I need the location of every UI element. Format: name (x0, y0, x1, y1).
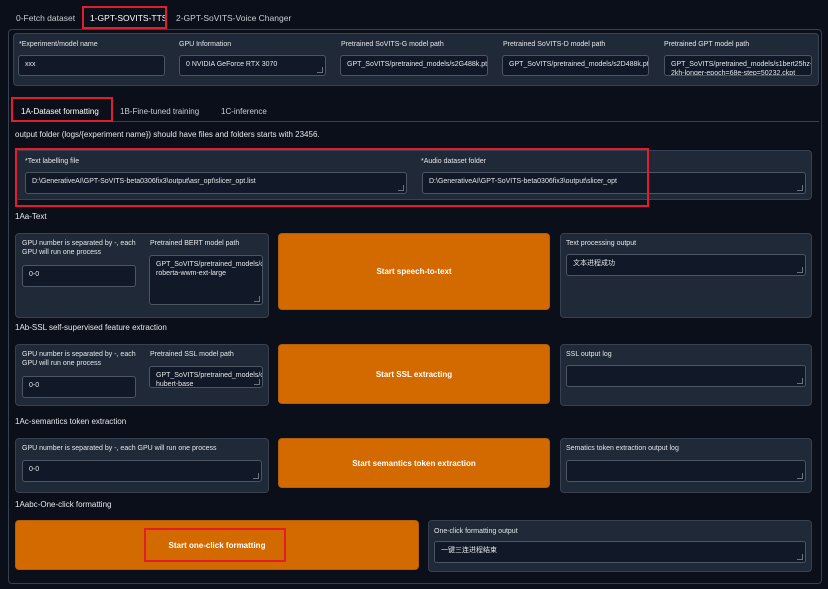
section-title-ssl: 1Ab-SSL self-supervised feature extracti… (15, 323, 167, 332)
ssl-gpu-label: GPU number is separated by -, each GPU w… (22, 351, 136, 368)
start-semantics-token-extraction-button[interactable]: Start semantics token extraction (278, 438, 550, 488)
bert-path-input[interactable]: GPT_SoVITS/pretrained_models/chinese-rob… (149, 255, 263, 305)
tab-fetch-dataset[interactable]: 0-Fetch dataset (16, 13, 75, 23)
output-folder-note: output folder (logs/{experiment name}) s… (15, 130, 320, 139)
text-output-field[interactable]: 文本进程成功 (566, 254, 806, 276)
semantics-gpu-input[interactable]: 0-0 (22, 460, 262, 482)
sub-tab-divider (113, 121, 819, 122)
gpu-info-label: GPU Information (179, 41, 232, 48)
tab-voice-changer[interactable]: 2-GPT-SoVITS-Voice Changer (176, 13, 291, 23)
one-click-output-label: One-click formatting output (434, 528, 518, 535)
highlight-one-click-button (144, 528, 286, 562)
semantics-gpu-label: GPU number is separated by -, each GPU w… (22, 445, 217, 452)
experiment-name-label: *Experiment/model name (19, 41, 98, 48)
ssl-gpu-input[interactable]: 0-0 (22, 376, 136, 398)
gpt-path-label: Pretrained GPT model path (664, 41, 750, 48)
experiment-name-input[interactable]: xxx (18, 55, 165, 76)
one-click-output-field[interactable]: 一键三连进程结束 (434, 541, 806, 563)
tab-inference[interactable]: 1C-inference (221, 107, 267, 116)
gpt-path-input[interactable]: GPT_SoVITS/pretrained_models/s1bert25hz-… (664, 55, 812, 76)
ssl-output-field[interactable] (566, 365, 806, 387)
text-output-label: Text processing output (566, 240, 637, 247)
sovits-d-path-label: Pretrained SoVITS-D model path (503, 41, 606, 48)
semantics-output-label: Sematics token extraction output log (566, 445, 679, 452)
start-speech-to-text-button[interactable]: Start speech-to-text (278, 233, 550, 310)
gpu-info-field[interactable]: 0 NVIDIA GeForce RTX 3070 (179, 55, 326, 76)
section-title-text: 1Aa-Text (15, 212, 47, 221)
start-ssl-extracting-button[interactable]: Start SSL extracting (278, 344, 550, 404)
highlight-dataset-formatting-tab (11, 97, 113, 122)
ssl-output-label: SSL output log (566, 351, 612, 358)
ssl-path-label: Pretrained SSL model path (150, 351, 234, 358)
sovits-g-path-label: Pretrained SoVITS-G model path (341, 41, 444, 48)
tab-fine-tuned-training[interactable]: 1B-Fine-tuned training (120, 107, 199, 116)
bert-path-label: Pretrained BERT model path (150, 240, 240, 247)
text-gpu-label: GPU number is separated by -, each GPU w… (22, 240, 136, 257)
ssl-path-input[interactable]: GPT_SoVITS/pretrained_models/chinese-hub… (149, 366, 263, 388)
highlight-tts-tab (82, 6, 167, 29)
sovits-g-path-input[interactable]: GPT_SoVITS/pretrained_models/s2G488k.pth (340, 55, 488, 76)
section-title-one-click: 1Aabc-One-click formatting (15, 500, 112, 509)
highlight-paths-row (15, 148, 649, 207)
section-title-semantics: 1Ac-semantics token extraction (15, 417, 127, 426)
text-gpu-input[interactable]: 0-0 (22, 265, 136, 287)
sovits-d-path-input[interactable]: GPT_SoVITS/pretrained_models/s2D488k.pth (502, 55, 649, 76)
semantics-output-field[interactable] (566, 460, 806, 482)
